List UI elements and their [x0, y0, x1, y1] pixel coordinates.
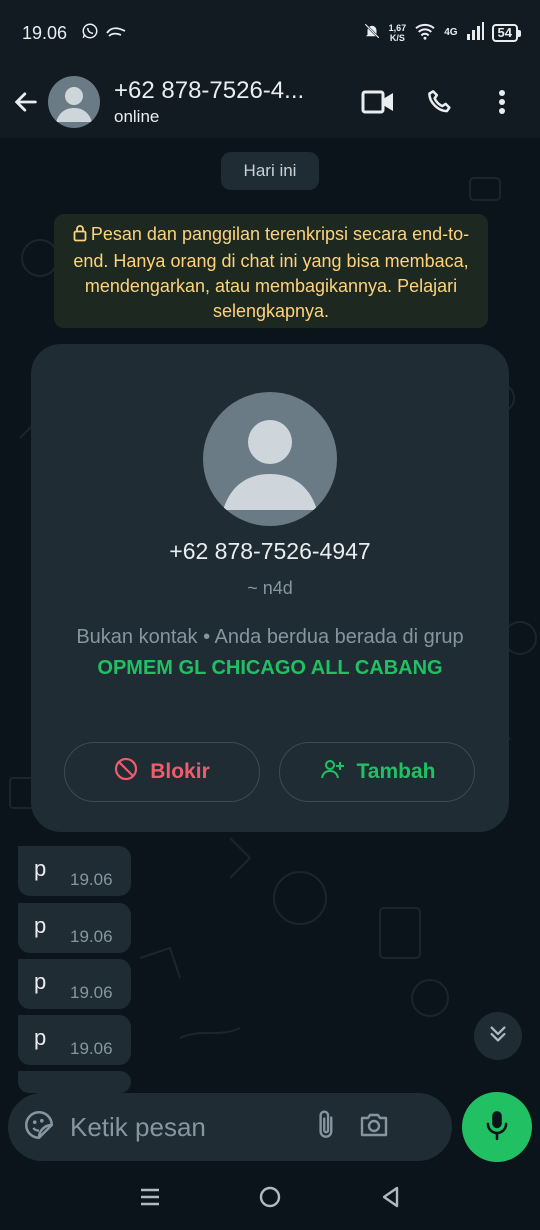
- chat-header: +62 878-7526-4... online: [0, 66, 540, 138]
- message-bubble[interactable]: p 19.06: [18, 846, 131, 896]
- paperclip-icon[interactable]: [314, 1109, 340, 1146]
- message-time: 19.06: [70, 870, 113, 889]
- message-bubble-partial[interactable]: [18, 1071, 131, 1093]
- sticker-icon[interactable]: [22, 1108, 56, 1147]
- message-bubble[interactable]: p 19.06: [18, 1015, 131, 1065]
- double-chevron-down-icon: [487, 1023, 509, 1050]
- status-bar: 19.06 1,67 K/S 4G 54: [0, 0, 540, 66]
- message-input[interactable]: [70, 1111, 310, 1143]
- home-icon[interactable]: [258, 1185, 282, 1214]
- message-text: p: [34, 913, 47, 938]
- date-chip: Hari ini: [221, 152, 319, 190]
- add-person-icon: [319, 758, 345, 786]
- message-text: p: [34, 856, 47, 881]
- chat-area[interactable]: Hari ini Pesan dan panggilan terenkripsi…: [0, 138, 540, 1093]
- add-contact-button[interactable]: Tambah: [279, 742, 475, 802]
- battery-icon: 54: [491, 24, 522, 42]
- avatar[interactable]: [48, 76, 100, 128]
- contact-title[interactable]: +62 878-7526-4... online: [114, 77, 338, 127]
- status-time: 19.06: [22, 22, 68, 43]
- contact-card: +62 878-7526-4947 ~ n4d Bukan kontak • A…: [31, 344, 509, 832]
- wifi-icon: [414, 22, 436, 45]
- contact-card-phone: +62 878-7526-4947: [169, 538, 371, 564]
- block-label: Blokir: [150, 760, 210, 783]
- message-text: p: [34, 1025, 47, 1050]
- contact-card-nickname: ~ n4d: [247, 578, 293, 598]
- message-bubble[interactable]: p 19.06: [18, 903, 131, 953]
- message-time: 19.06: [70, 927, 113, 946]
- signal-icon: [466, 21, 484, 45]
- message-bubble[interactable]: p 19.06: [18, 959, 131, 1009]
- lock-icon: [73, 224, 87, 249]
- network-type: 4G: [444, 27, 458, 38]
- block-button[interactable]: Blokir: [64, 742, 260, 802]
- camera-icon[interactable]: [358, 1111, 390, 1144]
- contact-card-info-prefix: Bukan kontak • Anda berdua berada di gru…: [76, 626, 464, 648]
- microphone-icon: [484, 1109, 510, 1146]
- more-vertical-icon[interactable]: [482, 82, 522, 122]
- speed-value: 1,67: [388, 23, 407, 33]
- speed-unit: K/S: [389, 33, 405, 43]
- encryption-notice[interactable]: Pesan dan panggilan terenkripsi secara e…: [54, 214, 488, 328]
- network-speed: 1,67 K/S: [389, 23, 407, 43]
- contact-status: online: [114, 107, 160, 126]
- phone-call-icon[interactable]: [420, 82, 460, 122]
- mute-bell-icon: [363, 21, 381, 46]
- back-arrow-icon[interactable]: [4, 88, 48, 116]
- scroll-to-bottom-button[interactable]: [474, 1012, 522, 1060]
- whatsapp-icon: [81, 22, 99, 45]
- sun-chat-icon: [105, 23, 127, 44]
- microphone-button[interactable]: [462, 1092, 532, 1162]
- system-nav-bar: [0, 1168, 540, 1230]
- message-time: 19.06: [70, 1039, 113, 1058]
- contact-card-avatar: [203, 392, 337, 526]
- contact-card-group-name[interactable]: OPMEM GL CHICAGO ALL CABANG: [97, 657, 442, 679]
- contact-card-info: Bukan kontak • Anda berdua berada di gru…: [75, 622, 465, 684]
- back-icon[interactable]: [379, 1185, 401, 1214]
- message-composer: [8, 1093, 452, 1161]
- video-call-icon[interactable]: [358, 82, 398, 122]
- encryption-notice-text: Pesan dan panggilan terenkripsi secara e…: [73, 224, 470, 321]
- message-time: 19.06: [70, 983, 113, 1002]
- contact-name: +62 878-7526-4...: [114, 77, 305, 104]
- block-icon: [114, 757, 138, 787]
- add-label: Tambah: [356, 760, 436, 783]
- recents-icon[interactable]: [139, 1187, 161, 1212]
- message-text: p: [34, 969, 47, 994]
